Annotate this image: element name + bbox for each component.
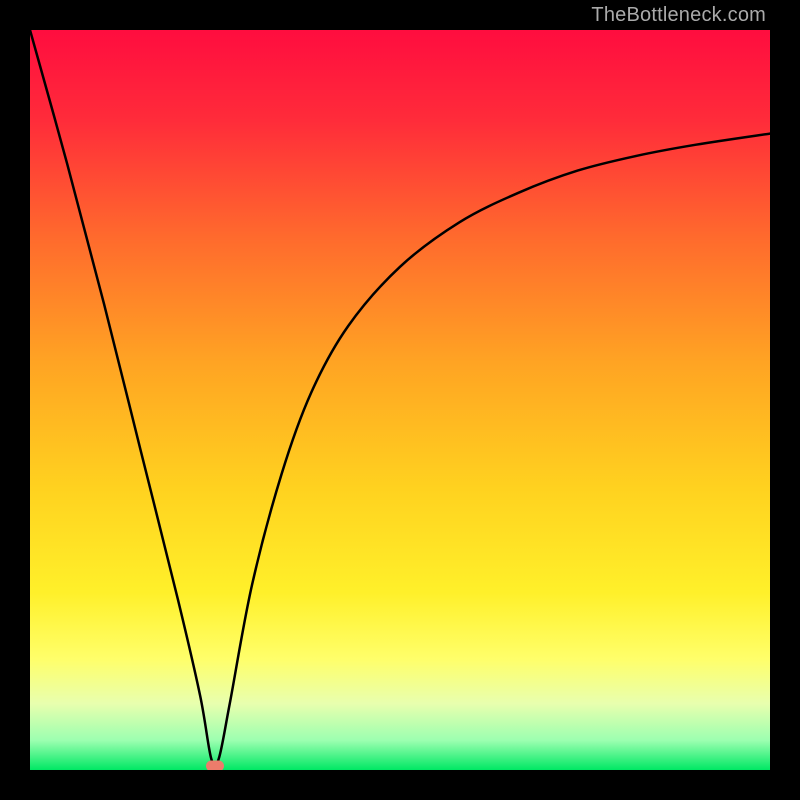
watermark-text: TheBottleneck.com — [591, 4, 766, 27]
optimal-marker — [206, 761, 224, 770]
bottleneck-curve — [30, 30, 770, 766]
plot-area — [30, 30, 770, 770]
chart-frame: TheBottleneck.com — [0, 0, 800, 800]
curve-layer — [30, 30, 770, 770]
